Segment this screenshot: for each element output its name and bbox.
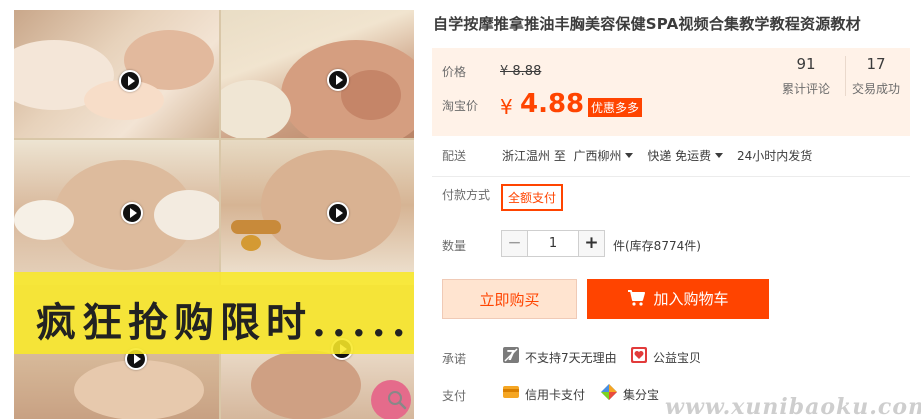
- trades-stat[interactable]: 17 交易成功: [852, 54, 900, 97]
- trades-label: 交易成功: [852, 82, 901, 96]
- credit-card-icon: [503, 386, 519, 398]
- ship-method-value: 快递 免运费: [647, 149, 712, 163]
- play-icon[interactable]: [327, 69, 349, 91]
- add-to-cart-button[interactable]: 加入购物车: [587, 279, 769, 319]
- reviews-count: 91: [796, 55, 816, 73]
- add-to-cart-label: 加入购物车: [653, 290, 729, 308]
- reviews-stat[interactable]: 91 累计评论: [782, 54, 830, 97]
- divider: [432, 176, 910, 177]
- price-label: 价格: [442, 65, 467, 79]
- reviews-label: 累计评论: [782, 82, 831, 96]
- gallery-tile: [221, 10, 414, 138]
- taobao-price-label: 淘宝价: [442, 99, 479, 113]
- product-page: 疯狂抢购限时..... 自学按摩推拿推油丰胸美容保健SPA视频合集教学教程资源教…: [0, 0, 921, 419]
- payment-label: 支付: [442, 389, 467, 403]
- buy-now-label: 立即购买: [479, 291, 540, 309]
- product-title: 自学按摩推拿推油丰胸美容保健SPA视频合集教学教程资源教材: [433, 15, 861, 33]
- stat-divider: [845, 56, 846, 96]
- currency-symbol: ¥: [500, 95, 513, 119]
- charity-icon: [631, 347, 647, 363]
- sale-price: 4.88: [520, 89, 585, 119]
- play-icon[interactable]: [327, 202, 349, 224]
- stock-info: 件(库存8774件): [613, 239, 701, 253]
- ship-method-select[interactable]: 快递 免运费: [647, 149, 733, 163]
- ship-to-value: 广西柳州: [573, 149, 622, 163]
- gallery-tile: [14, 350, 219, 419]
- play-icon[interactable]: [119, 70, 141, 92]
- dispatch-time: 24小时内发货: [736, 149, 813, 163]
- chevron-down-icon: [625, 153, 634, 158]
- original-price: ¥ 8.88: [500, 64, 542, 79]
- no-return-text[interactable]: 不支持7天无理由: [525, 349, 617, 366]
- watermark: www.xunibaoku.com: [665, 394, 921, 419]
- product-image-gallery[interactable]: 疯狂抢购限时.....: [14, 10, 414, 419]
- cart-icon: [628, 290, 646, 306]
- play-icon[interactable]: [121, 202, 143, 224]
- no-return-icon: 7: [503, 347, 519, 363]
- jifenbao-icon: [601, 384, 617, 400]
- full-payment-option[interactable]: 全额支付: [501, 184, 564, 211]
- credit-card-text[interactable]: 信用卡支付: [525, 386, 585, 403]
- gallery-tile: [14, 10, 219, 138]
- magnifier-icon[interactable]: [386, 389, 408, 411]
- price-panel: 价格 ¥ 8.88 淘宝价 ¥ 4.88 优惠多多 91 累计评论 17 交易成…: [432, 48, 910, 136]
- decrease-button[interactable]: −: [502, 231, 528, 256]
- gallery-tile: [221, 140, 414, 285]
- quantity-input[interactable]: 1: [528, 231, 578, 256]
- increase-button[interactable]: +: [578, 231, 604, 256]
- shipping-label: 配送: [442, 149, 467, 163]
- gallery-tile: [14, 140, 219, 285]
- ship-from: 浙江温州 至: [502, 149, 566, 163]
- trades-count: 17: [866, 55, 886, 73]
- quantity-stepper: − 1 +: [501, 230, 605, 257]
- charity-text[interactable]: 公益宝贝: [653, 349, 701, 366]
- ship-to-select[interactable]: 广西柳州: [573, 149, 643, 163]
- promise-label: 承诺: [442, 352, 467, 366]
- chevron-down-icon: [715, 153, 724, 158]
- payment-method-label: 付款方式: [442, 188, 491, 202]
- promo-tag[interactable]: 优惠多多: [588, 98, 643, 117]
- jifenbao-text[interactable]: 集分宝: [623, 386, 659, 403]
- quantity-label: 数量: [442, 239, 467, 253]
- buy-now-button[interactable]: 立即购买: [442, 279, 577, 319]
- shipping-info: 浙江温州 至 广西柳州 快递 免运费 24小时内发货: [502, 147, 812, 164]
- promo-banner-text: 疯狂抢购限时.....: [36, 299, 412, 346]
